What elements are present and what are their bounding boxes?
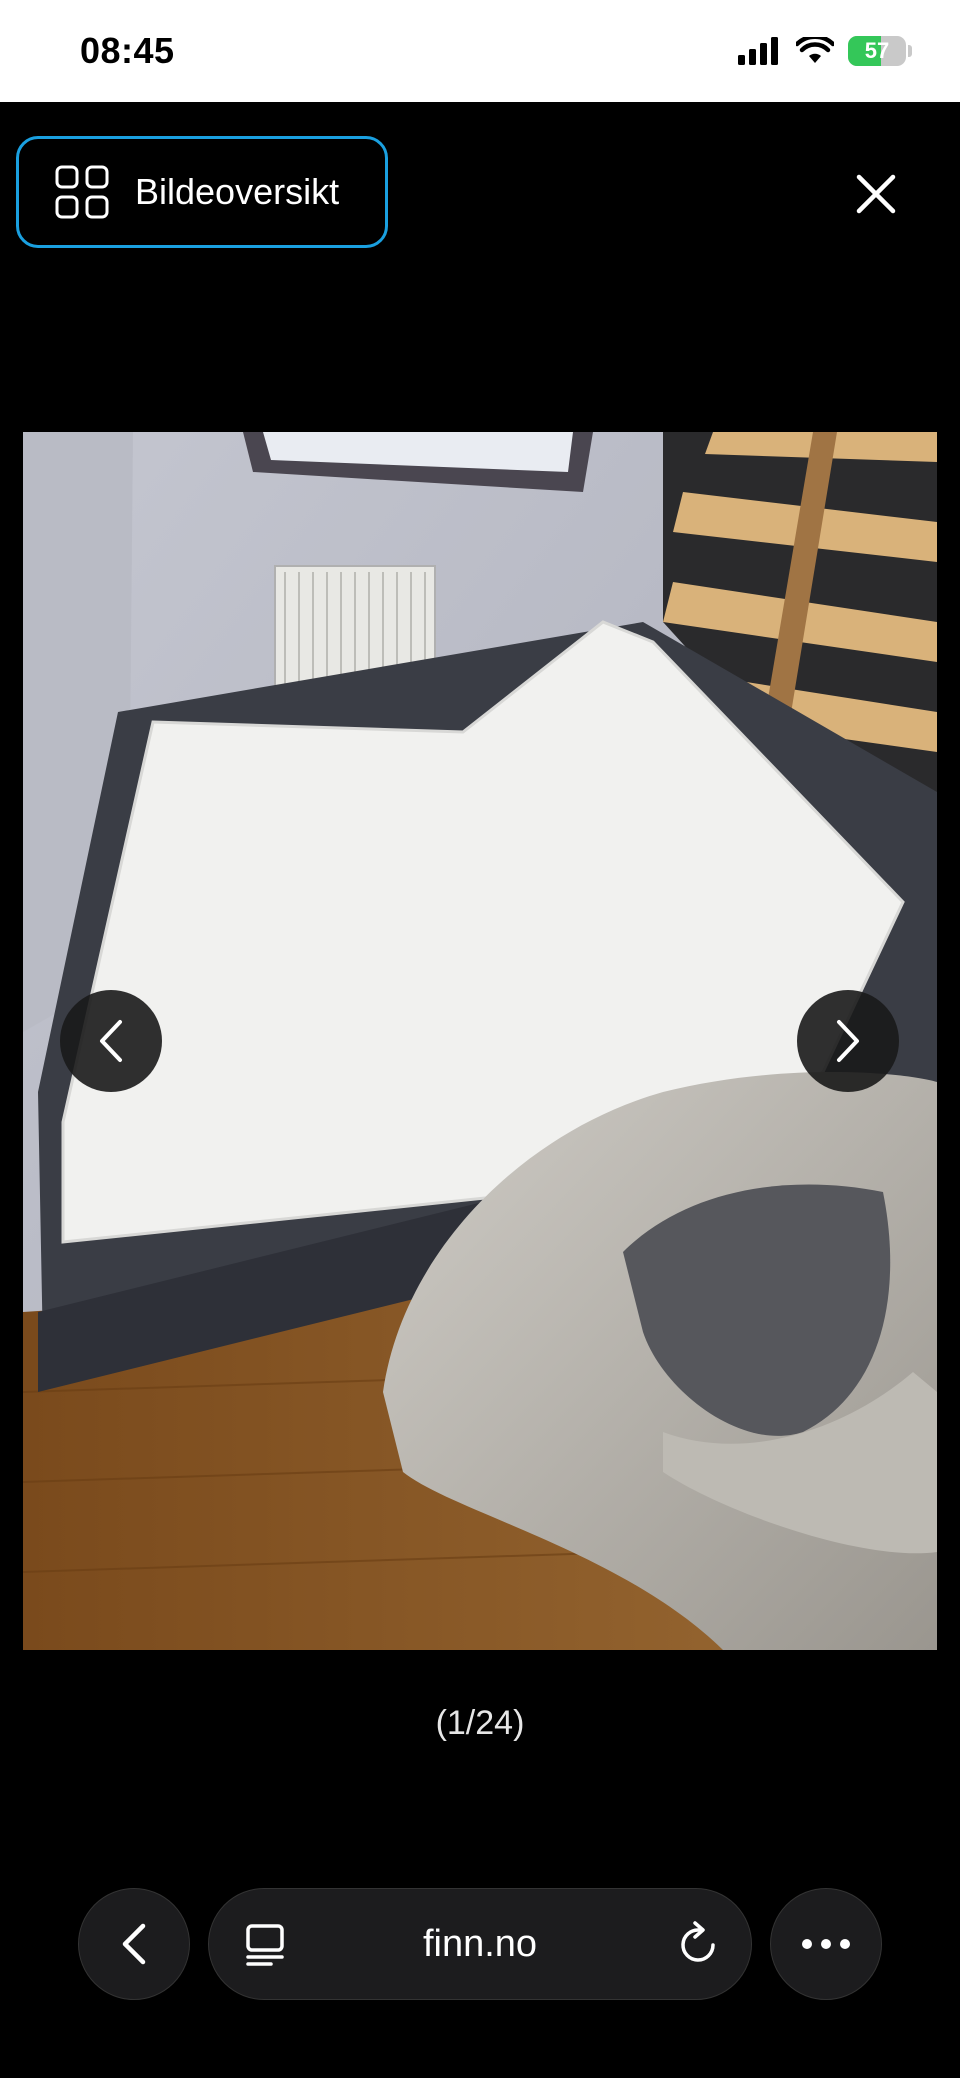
close-button[interactable] <box>838 164 914 224</box>
more-options-button[interactable] <box>770 1888 882 2000</box>
chevron-left-icon <box>122 1923 146 1965</box>
close-icon <box>856 174 896 214</box>
battery-level: 57 <box>864 38 890 63</box>
grid-icon <box>55 165 109 219</box>
status-time: 08:45 <box>80 30 175 71</box>
signal-icon <box>738 37 778 65</box>
gallery-overview-label: Bildeoversikt <box>135 171 340 212</box>
address-bar[interactable]: finn.no <box>208 1888 752 2000</box>
reload-icon[interactable] <box>677 1921 721 1967</box>
chevron-left-icon <box>100 1020 122 1062</box>
chevron-right-icon <box>837 1020 859 1062</box>
battery-icon: 57 <box>848 36 906 66</box>
battery-nub <box>908 45 912 57</box>
browser-back-button[interactable] <box>78 1888 190 2000</box>
image-counter: (1/24) <box>435 1704 525 1742</box>
previous-image-button[interactable] <box>60 990 162 1092</box>
gallery-overview-button[interactable]: Bildeoversikt <box>16 136 388 248</box>
status-icons: 57 <box>738 34 912 68</box>
url-text: finn.no <box>422 1923 538 1965</box>
wifi-icon <box>796 37 834 63</box>
more-icon <box>802 1939 850 1949</box>
status-bar: 08:45 57 <box>0 0 960 102</box>
next-image-button[interactable] <box>797 990 899 1092</box>
